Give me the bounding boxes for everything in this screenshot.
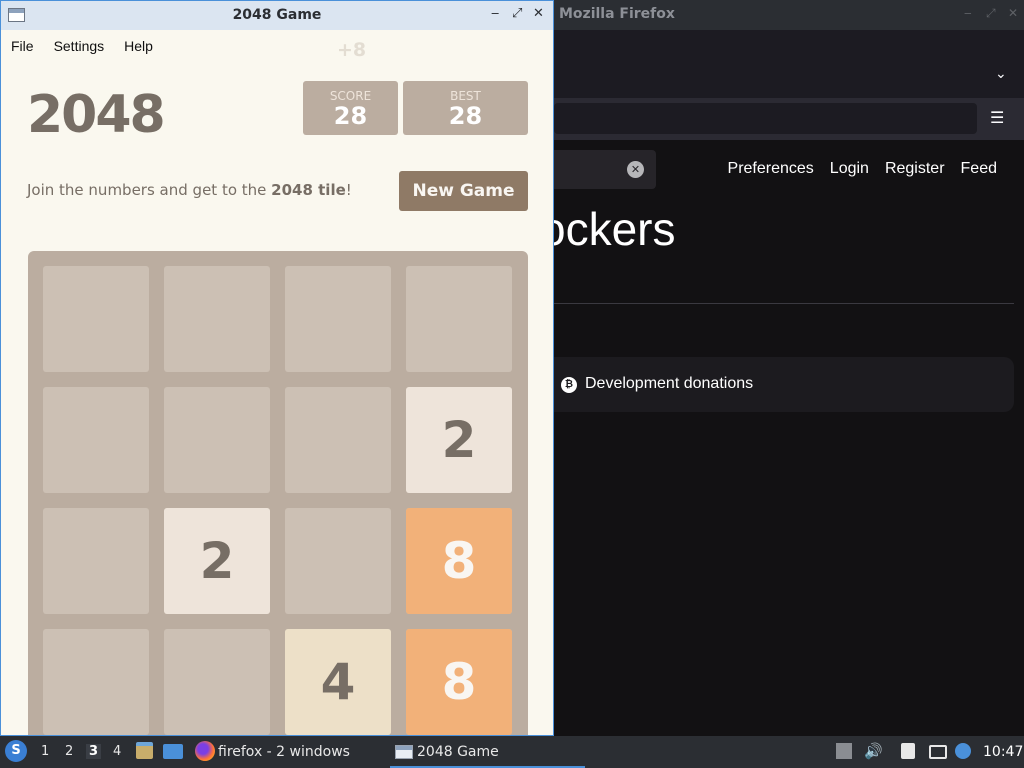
game-intro: Join the numbers and get to the 2048 til…	[27, 181, 352, 199]
grid-cell	[164, 629, 270, 735]
grid-cell	[285, 266, 391, 372]
taskbar-firefox[interactable]: firefox - 2 windows	[218, 744, 350, 760]
nav-link-login[interactable]: Login	[830, 160, 869, 178]
tile-2: 2	[164, 508, 270, 614]
score-box: SCORE 28	[303, 81, 398, 135]
game-window-icon	[395, 745, 413, 759]
best-score-box: BEST 28	[403, 81, 528, 135]
list-all-tabs-chevron-icon[interactable]: ⌄	[995, 66, 1007, 82]
nav-link-feed[interactable]: Feed	[961, 160, 997, 178]
game-window-title: 2048 Game	[232, 7, 322, 23]
score-label: SCORE	[329, 89, 372, 103]
clock[interactable]: 10:47	[983, 744, 1023, 760]
score-value: 28	[333, 102, 368, 130]
update-notifier-icon[interactable]	[955, 743, 971, 759]
firefox-window-title: Mozilla Firefox	[559, 6, 675, 22]
minimize-icon[interactable]: ‒	[964, 6, 972, 20]
maximize-icon[interactable]: ⤢	[986, 6, 996, 21]
maximize-icon[interactable]: ⤢	[512, 6, 522, 21]
grid-cell	[43, 629, 149, 735]
volume-icon[interactable]: 🔊	[864, 742, 883, 760]
file-manager-icon[interactable]	[136, 742, 153, 759]
game-logo: 2048	[27, 85, 166, 145]
close-icon[interactable]: ✕	[1008, 6, 1018, 20]
nav-link-register[interactable]: Register	[885, 160, 945, 178]
game-window: 2048 Game ‒ ⤢ ✕ File Settings Help +8 20…	[0, 0, 554, 736]
game-board[interactable]: 2 2 848	[28, 251, 528, 735]
show-desktop-icon[interactable]	[163, 744, 183, 759]
tile-2: 2	[406, 387, 512, 493]
workspace-1[interactable]: 1	[41, 744, 49, 759]
bitcoin-icon: ₿	[561, 377, 577, 393]
game-titlebar[interactable]: 2048 Game ‒ ⤢ ✕	[1, 1, 553, 30]
workspace-4[interactable]: 4	[113, 744, 121, 759]
hamburger-menu-icon[interactable]: ☰	[990, 108, 1004, 127]
game-menu-bar: File Settings Help	[1, 30, 553, 62]
menu-settings[interactable]: Settings	[54, 38, 105, 54]
menu-file[interactable]: File	[11, 38, 34, 54]
tile-4: 4	[285, 629, 391, 735]
tray-expand-icon[interactable]	[836, 743, 852, 759]
grid-cell	[43, 266, 149, 372]
intro-text: Join the numbers and get to the	[27, 181, 272, 199]
intro-suffix: !	[345, 181, 352, 199]
start-menu-icon[interactable]: S	[5, 740, 27, 762]
grid-cell	[164, 387, 270, 493]
grid-cell	[285, 508, 391, 614]
score-addition-popup: +8	[337, 39, 367, 61]
site-nav: Preferences Login Register Feed	[728, 160, 997, 178]
minimize-icon[interactable]: ‒	[491, 6, 499, 21]
clear-search-icon[interactable]: ✕	[627, 161, 644, 178]
tile-8: 8	[406, 508, 512, 614]
tile-8: 8	[406, 629, 512, 735]
workspace-2[interactable]: 2	[65, 744, 73, 759]
clipboard-icon[interactable]	[901, 743, 915, 759]
taskbar: S 1 2 3 4 firefox - 2 windows 2048 Game …	[0, 736, 1024, 768]
nav-link-preferences[interactable]: Preferences	[728, 160, 814, 178]
grid-cell	[43, 508, 149, 614]
page-heading: ockers	[540, 203, 676, 255]
grid-cell	[406, 266, 512, 372]
menu-help[interactable]: Help	[124, 38, 153, 54]
network-icon[interactable]	[929, 745, 947, 759]
intro-goal: 2048 tile	[271, 181, 346, 199]
firefox-icon[interactable]	[195, 741, 215, 761]
grid-cell	[164, 266, 270, 372]
new-game-button[interactable]: New Game	[399, 171, 528, 211]
best-label: BEST	[450, 89, 481, 103]
grid-cell	[285, 387, 391, 493]
taskbar-game[interactable]: 2048 Game	[417, 744, 499, 760]
donation-label[interactable]: Development donations	[585, 375, 753, 393]
close-icon[interactable]: ✕	[533, 6, 544, 21]
grid-cell	[43, 387, 149, 493]
workspace-3[interactable]: 3	[86, 744, 102, 759]
divider	[554, 303, 1014, 304]
url-bar[interactable]	[554, 103, 977, 134]
best-value: 28	[448, 102, 483, 130]
